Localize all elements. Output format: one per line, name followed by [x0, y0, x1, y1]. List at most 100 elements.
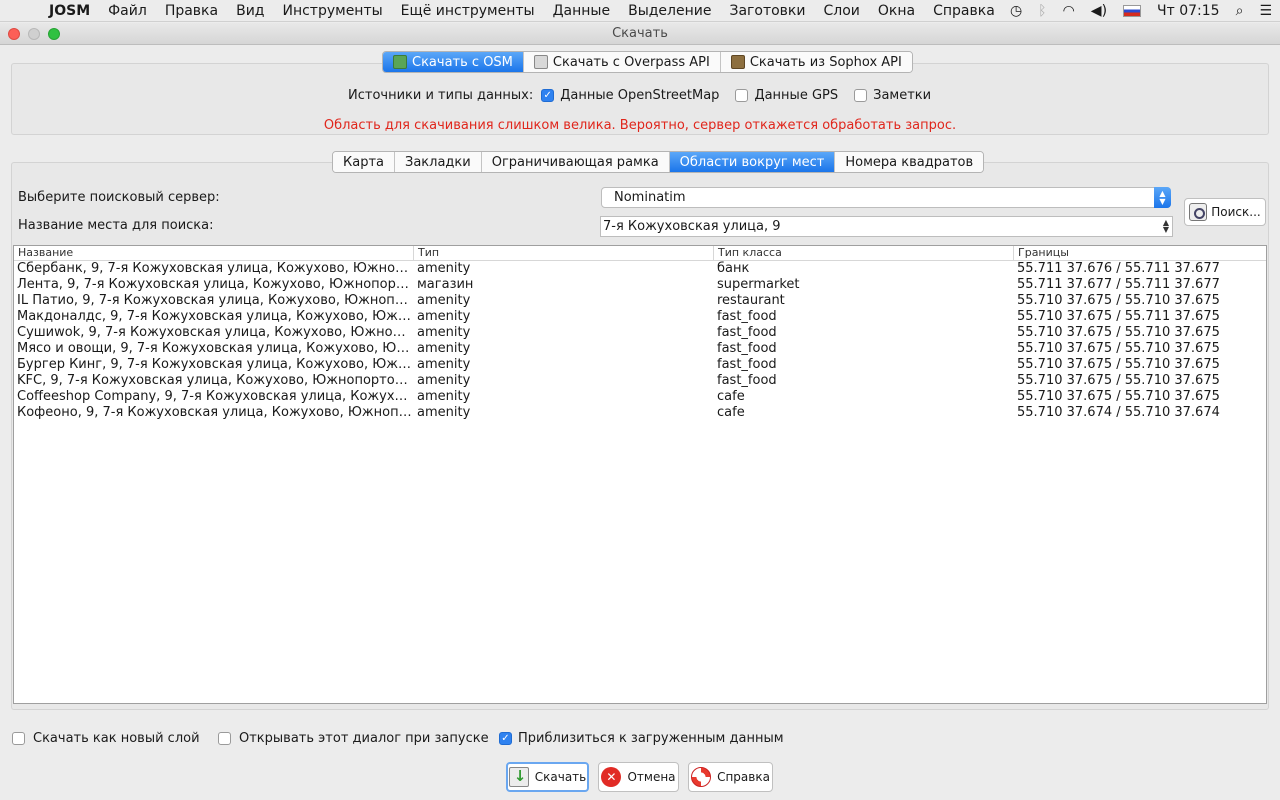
menu-tools[interactable]: Инструменты	[273, 3, 391, 19]
table-row[interactable]: Сбербанк, 9, 7-я Кожуховская улица, Кожу…	[14, 261, 1266, 277]
cell-name: Макдоналдс, 9, 7-я Кожуховская улица, Ко…	[17, 309, 414, 324]
table-row[interactable]: Лента, 9, 7-я Кожуховская улица, Кожухов…	[14, 277, 1266, 293]
cell-bounds: 55.710 37.675 / 55.710 37.675	[1017, 373, 1220, 388]
cell-type: amenity	[417, 389, 471, 404]
zoom-to-data-label: Приблизиться к загруженным данным	[518, 731, 784, 746]
data-types-label: Источники и типы данных:	[348, 88, 534, 103]
cell-bounds: 55.710 37.675 / 55.710 37.675	[1017, 357, 1220, 372]
table-row[interactable]: KFC, 9, 7-я Кожуховская улица, Кожухово,…	[14, 373, 1266, 389]
open-on-start-checkbox[interactable]	[218, 732, 231, 745]
tab-download-overpass[interactable]: Скачать с Overpass API	[523, 52, 721, 72]
tab-download-sophox[interactable]: Скачать из Sophox API	[720, 52, 912, 72]
download-button-label: Скачать	[534, 770, 587, 784]
menu-windows[interactable]: Окна	[869, 3, 924, 19]
cancel-button[interactable]: ✕ Отмена	[598, 762, 679, 792]
notification-center-icon[interactable]: ☰	[1251, 3, 1280, 19]
clock[interactable]: Чт 07:15	[1149, 3, 1228, 19]
minimize-window-button[interactable]	[28, 28, 40, 40]
menu-layers[interactable]: Слои	[815, 3, 869, 19]
column-header-type[interactable]: Тип	[414, 246, 714, 260]
tab-bookmarks[interactable]: Закладки	[395, 152, 482, 172]
gps-data-checkbox[interactable]	[735, 89, 749, 102]
cell-name: Сбербанк, 9, 7-я Кожуховская улица, Кожу…	[17, 261, 414, 276]
combo-arrows-icon[interactable]: ▲ ▼	[1163, 219, 1169, 234]
spotlight-search-icon[interactable]: ⌕	[1228, 3, 1252, 19]
table-row[interactable]: Coffeeshop Company, 9, 7-я Кожуховская у…	[14, 389, 1266, 405]
select-arrows-icon: ▲ ▼	[1154, 187, 1171, 208]
menu-presets[interactable]: Заготовки	[720, 3, 814, 19]
time-machine-icon[interactable]: ◷	[1002, 3, 1030, 19]
cell-class-type: fast_food	[717, 325, 777, 340]
table-row[interactable]: Бургер Кинг, 9, 7-я Кожуховская улица, К…	[14, 357, 1266, 373]
tab-label: Скачать из Sophox API	[749, 54, 902, 70]
column-header-bounds[interactable]: Границы	[1014, 246, 1266, 260]
cell-type: amenity	[417, 405, 471, 420]
cell-bounds: 55.711 37.677 / 55.711 37.677	[1017, 277, 1220, 292]
table-row[interactable]: Макдоналдс, 9, 7-я Кожуховская улица, Ко…	[14, 309, 1266, 325]
data-types-row: Источники и типы данных: ✓ Данные OpenSt…	[348, 88, 947, 103]
tab-tile-numbers[interactable]: Номера квадратов	[835, 152, 984, 172]
menu-edit[interactable]: Правка	[156, 3, 227, 19]
zoom-to-data-checkbox[interactable]: ✓	[499, 732, 512, 745]
tab-bounding-box[interactable]: Ограничивающая рамка	[481, 152, 670, 172]
menu-josm[interactable]: JOSM	[40, 3, 99, 19]
menu-more-tools[interactable]: Ещё инструменты	[392, 3, 544, 19]
place-name-value: 7-я Кожуховская улица, 9	[603, 219, 781, 234]
place-name-combobox[interactable]: 7-я Кожуховская улица, 9 ▲ ▼	[600, 216, 1173, 237]
menu-file[interactable]: Файл	[99, 3, 156, 19]
cell-class-type: fast_food	[717, 357, 777, 372]
table-row[interactable]: IL Патио, 9, 7-я Кожуховская улица, Кожу…	[14, 293, 1266, 309]
tab-label: Скачать с Overpass API	[552, 54, 710, 70]
menu-selection[interactable]: Выделение	[619, 3, 720, 19]
search-button-label: Поиск...	[1211, 205, 1261, 219]
input-source-flag-icon[interactable]	[1115, 5, 1149, 17]
zoom-window-button[interactable]	[48, 28, 60, 40]
tab-areas-around-places[interactable]: Области вокруг мест	[669, 152, 836, 172]
cell-bounds: 55.711 37.676 / 55.711 37.677	[1017, 261, 1220, 276]
close-window-button[interactable]	[8, 28, 20, 40]
place-name-label: Название места для поиска:	[18, 218, 214, 233]
search-server-label: Выберите поисковый сервер:	[18, 190, 220, 205]
search-button[interactable]: Поиск...	[1184, 198, 1266, 226]
bluetooth-icon[interactable]: ᛒ	[1030, 3, 1054, 19]
tab-download-osm[interactable]: Скачать с OSM	[383, 52, 524, 72]
cell-type: amenity	[417, 309, 471, 324]
notes-checkbox[interactable]	[854, 89, 868, 102]
cell-bounds: 55.710 37.675 / 55.711 37.675	[1017, 309, 1220, 324]
column-header-class-type[interactable]: Тип класса	[714, 246, 1014, 260]
new-layer-checkbox[interactable]	[12, 732, 25, 745]
cell-class-type: fast_food	[717, 373, 777, 388]
cell-class-type: fast_food	[717, 341, 777, 356]
cell-type: магазин	[417, 277, 474, 292]
osm-data-checkbox[interactable]: ✓	[541, 89, 555, 102]
tab-map[interactable]: Карта	[333, 152, 395, 172]
open-on-start-option: Открывать этот диалог при запуске	[218, 731, 489, 746]
volume-icon[interactable]: ◀)	[1083, 3, 1115, 19]
results-table: Название Тип Тип класса Границы Сбербанк…	[13, 245, 1267, 704]
area-too-large-warning: Область для скачивания слишком велика. В…	[323, 118, 957, 133]
cell-class-type: cafe	[717, 389, 745, 404]
cancel-icon: ✕	[601, 767, 622, 787]
menu-help[interactable]: Справка	[924, 3, 1004, 19]
cell-name: Кофеоно, 9, 7-я Кожуховская улица, Кожух…	[17, 405, 414, 420]
window-titlebar: Скачать	[0, 23, 1280, 45]
menu-data[interactable]: Данные	[544, 3, 620, 19]
cell-class-type: fast_food	[717, 309, 777, 324]
cell-bounds: 55.710 37.674 / 55.710 37.674	[1017, 405, 1220, 420]
cell-bounds: 55.710 37.675 / 55.710 37.675	[1017, 325, 1220, 340]
table-row[interactable]: Кофеоно, 9, 7-я Кожуховская улица, Кожух…	[14, 405, 1266, 421]
sophox-map-icon	[730, 55, 745, 69]
menu-view[interactable]: Вид	[227, 3, 273, 19]
download-button[interactable]: Скачать	[506, 762, 589, 792]
search-server-select[interactable]: Nominatim ▲ ▼	[601, 187, 1171, 208]
wifi-icon[interactable]: ◠	[1055, 3, 1083, 19]
cancel-button-label: Отмена	[627, 770, 676, 784]
column-header-name[interactable]: Название	[14, 246, 414, 260]
table-row[interactable]: Мясо и овощи, 9, 7-я Кожуховская улица, …	[14, 341, 1266, 357]
download-icon	[508, 767, 529, 787]
cell-bounds: 55.710 37.675 / 55.710 37.675	[1017, 389, 1220, 404]
cell-name: Coffeeshop Company, 9, 7-я Кожуховская у…	[17, 389, 414, 404]
cell-type: amenity	[417, 325, 471, 340]
help-button[interactable]: Справка	[688, 762, 773, 792]
table-row[interactable]: Сушиwok, 9, 7-я Кожуховская улица, Кожух…	[14, 325, 1266, 341]
